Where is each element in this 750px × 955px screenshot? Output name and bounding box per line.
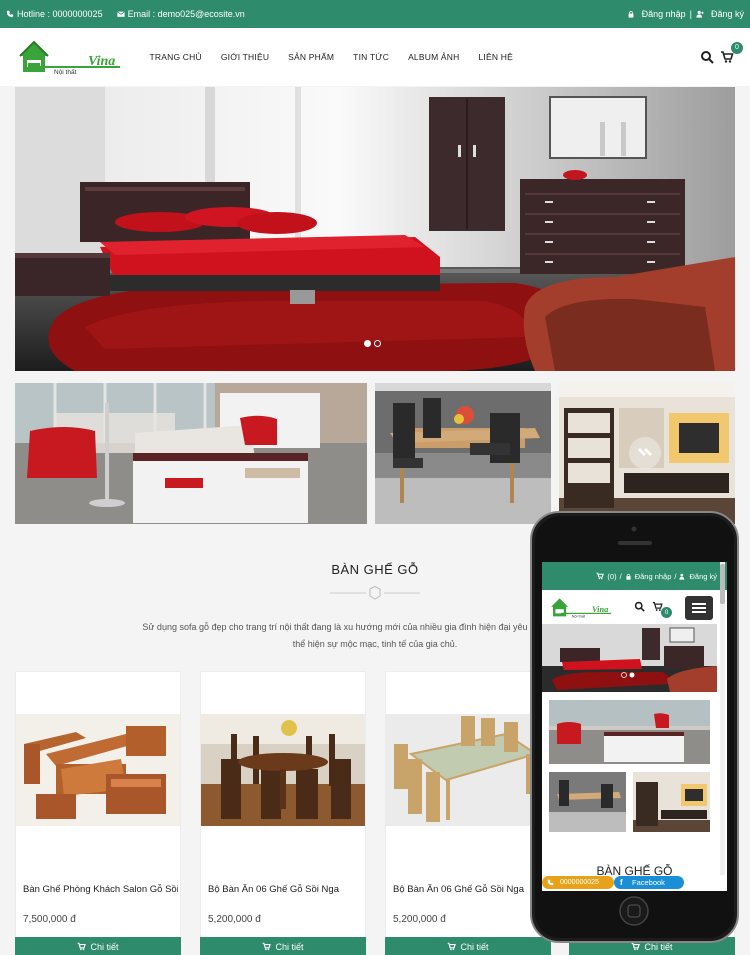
email-item[interactable]: Email : demo025@ecosite.vn — [116, 9, 245, 19]
slider-dot-2[interactable] — [374, 340, 381, 347]
phone-separator: / — [619, 571, 622, 581]
product-detail-label: Chi tiết — [460, 942, 489, 952]
phone-logo[interactable]: Vina Nội thất — [548, 596, 618, 620]
cart-icon — [596, 572, 605, 580]
menu-icon[interactable] — [685, 596, 713, 620]
cart-icon — [448, 942, 457, 951]
logo-word-vina: Vina — [88, 54, 115, 69]
banner-living-room[interactable] — [15, 383, 367, 524]
phone-separator-2: / — [674, 571, 677, 581]
product-name[interactable]: Bàn Ghế Phòng Khách Salon Gỗ Sồi — [23, 884, 178, 895]
cart-icon — [632, 942, 641, 951]
phone-top-bar: (0) / Đăng nhập / Đăng ký — [542, 562, 727, 590]
user-plus-icon — [696, 10, 704, 18]
phone-hotline-text: 0000000025 — [560, 879, 599, 886]
phone-facebook-text: Facebook — [632, 878, 665, 887]
product-detail-label: Chi tiết — [90, 942, 119, 952]
phone-search-icon[interactable] — [634, 601, 645, 612]
nav-products[interactable]: SẢN PHẨM — [288, 52, 334, 62]
slider-dot-1[interactable] — [364, 340, 371, 347]
envelope-icon — [116, 11, 125, 17]
facebook-icon: f — [620, 878, 623, 887]
phone-logo-word-vina: Vina — [592, 605, 608, 614]
hotline-text: Hotline : 0000000025 — [17, 9, 103, 19]
phone-hero-image[interactable] — [542, 624, 717, 692]
cart-icon — [263, 942, 272, 951]
product-price: 5,200,000 đ — [208, 914, 261, 925]
product-detail-label: Chi tiết — [644, 942, 673, 952]
product-image-dining-glass[interactable] — [386, 714, 550, 826]
hotline-item[interactable]: Hotline : 0000000025 — [6, 9, 103, 19]
lock-icon — [626, 573, 631, 580]
top-bar: Hotline : 0000000025 Email : demo025@eco… — [0, 0, 750, 28]
user-plus-icon — [679, 573, 685, 580]
product-card[interactable]: Bàn Ghế Phòng Khách Salon Gỗ Sồi 7,500,0… — [15, 671, 181, 955]
product-card[interactable]: Bộ Bàn Ăn 06 Ghế Gỗ Sồi Nga 5,200,000 đ … — [385, 671, 551, 955]
main-nav: TRANG CHỦ GIỚI THIỆU SẢN PHẨM TIN TỨC AL… — [140, 28, 522, 86]
cart-icon — [78, 942, 87, 951]
nav-home[interactable]: TRANG CHỦ — [150, 52, 202, 62]
phone-hotline-button[interactable]: 0000000025 — [542, 876, 614, 889]
product-detail-button[interactable]: Chi tiết — [15, 937, 181, 955]
product-name[interactable]: Bộ Bàn Ăn 06 Ghế Gỗ Sồi Nga — [208, 884, 363, 895]
nav-contact[interactable]: LIÊN HỆ — [478, 52, 512, 62]
search-icon[interactable] — [700, 50, 714, 64]
phone-icon — [6, 10, 14, 18]
product-card[interactable]: Bộ Bàn Ăn 06 Ghế Gỗ Sồi Nga 5,200,000 đ … — [200, 671, 366, 955]
bedroom-scene — [15, 87, 735, 371]
product-price: 5,200,000 đ — [393, 914, 446, 925]
nav-news[interactable]: TIN TỨC — [353, 52, 389, 62]
phone-screen: (0) / Đăng nhập / Đăng ký Vina Nội thất … — [542, 562, 727, 891]
phone-icon — [547, 879, 554, 886]
phone-cart-count[interactable]: (0) — [607, 572, 616, 581]
banner-dining[interactable] — [375, 383, 551, 524]
phone-footer-bar: 0000000025 f Facebook — [542, 875, 727, 891]
phone-banner-dining[interactable] — [549, 772, 626, 832]
login-link[interactable]: Đăng nhập — [642, 9, 686, 19]
product-detail-button[interactable]: Chi tiết — [200, 937, 366, 955]
register-link[interactable]: Đăng ký — [711, 9, 744, 19]
phone-login-link[interactable]: Đăng nhập — [635, 572, 672, 581]
cart-count-badge: 0 — [731, 42, 743, 54]
product-detail-label: Chi tiết — [275, 942, 304, 952]
product-image-dining-set[interactable] — [201, 714, 365, 826]
phone-banner-tv-shelf[interactable] — [633, 772, 710, 832]
product-price: 7,500,000 đ — [23, 914, 76, 925]
phone-banner-living-room[interactable] — [549, 700, 710, 764]
phone-register-link[interactable]: Đăng ký — [689, 572, 717, 581]
site-header: Vina Nội thất TRANG CHỦ GIỚI THIỆU SẢN P… — [0, 28, 750, 86]
product-detail-button[interactable]: Chi tiết — [385, 937, 551, 955]
nav-album[interactable]: ALBUM ẢNH — [408, 52, 459, 62]
logo-word-noithat: Nội thất — [54, 67, 77, 76]
product-image-living-set[interactable] — [16, 714, 180, 826]
phone-cart-badge: 0 — [661, 607, 672, 618]
product-name[interactable]: Bộ Bàn Ăn 06 Ghế Gỗ Sồi Nga — [393, 884, 548, 895]
lock-icon — [628, 11, 633, 18]
phone-facebook-button[interactable]: f Facebook — [614, 876, 684, 889]
phone-logo-word-noithat: Nội thất — [572, 614, 586, 619]
section-divider-icon — [330, 586, 420, 600]
site-logo[interactable]: Vina Nội thất — [18, 38, 128, 78]
phone-scrollbar[interactable] — [720, 562, 725, 891]
banner-tv-shelf[interactable] — [559, 383, 735, 524]
hero-slider-image[interactable] — [15, 87, 735, 371]
phone-header: Vina Nội thất 0 — [542, 590, 727, 626]
nav-about[interactable]: GIỚI THIỆU — [221, 52, 269, 62]
topbar-separator: | — [689, 9, 692, 19]
email-text: Email : demo025@ecosite.vn — [127, 9, 245, 19]
slider-dots — [364, 340, 384, 347]
